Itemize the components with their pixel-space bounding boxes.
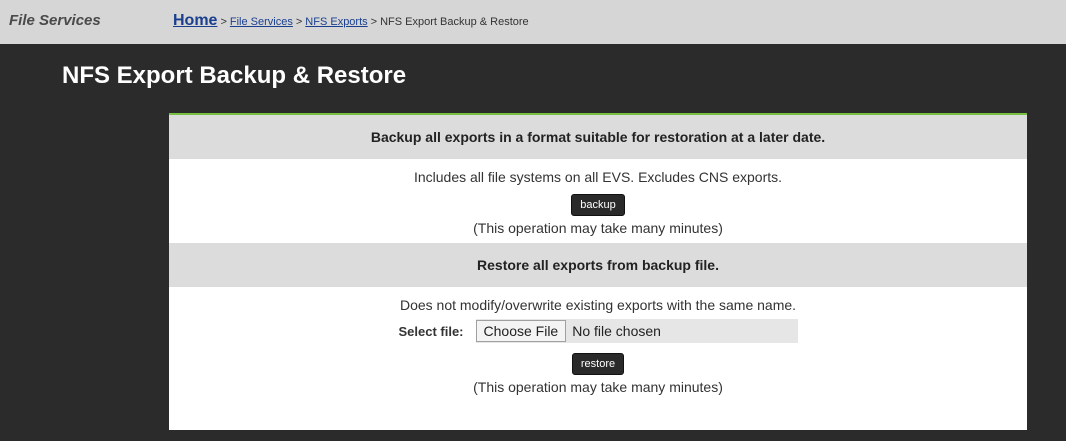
breadcrumb-file-services-link[interactable]: File Services <box>230 16 293 28</box>
breadcrumb: Home > File Services > NFS Exports > NFS Expor… <box>173 12 529 30</box>
restore-description: Does not modify/overwrite existing expor… <box>399 297 797 313</box>
select-file-label: Select file: <box>398 323 464 339</box>
backup-restore-panel: Backup all exports in a format suitable … <box>169 113 1027 430</box>
top-bar: File Services Home > File Services > NFS Exp… <box>0 0 1066 44</box>
file-input[interactable]: Choose File No file chosen <box>475 319 798 343</box>
page-title: NFS Export Backup & Restore <box>62 62 407 89</box>
section-name: File Services <box>9 12 101 29</box>
file-select-row: Select file: Choose File No file chosen <box>169 319 1027 343</box>
breadcrumb-separator: > <box>295 16 303 28</box>
backup-description: Includes all file systems on all EVS. Ex… <box>413 169 783 185</box>
backup-button[interactable]: backup <box>571 194 625 216</box>
restore-heading: Restore all exports from backup file. <box>169 243 1027 287</box>
file-status-text: No file chosen <box>572 323 661 339</box>
breadcrumb-home-link[interactable]: Home <box>173 12 217 29</box>
backup-heading: Backup all exports in a format suitable … <box>169 115 1027 159</box>
restore-note: (This operation may take many minutes) <box>473 379 723 395</box>
breadcrumb-current: NFS Export Backup & Restore <box>380 16 529 28</box>
breadcrumb-nfs-exports-link[interactable]: NFS Exports <box>305 16 367 28</box>
restore-button[interactable]: restore <box>571 353 625 375</box>
backup-note: (This operation may take many minutes) <box>473 220 723 236</box>
breadcrumb-separator: > <box>370 16 378 28</box>
choose-file-button[interactable]: Choose File <box>475 320 567 342</box>
breadcrumb-separator: > <box>220 16 227 28</box>
